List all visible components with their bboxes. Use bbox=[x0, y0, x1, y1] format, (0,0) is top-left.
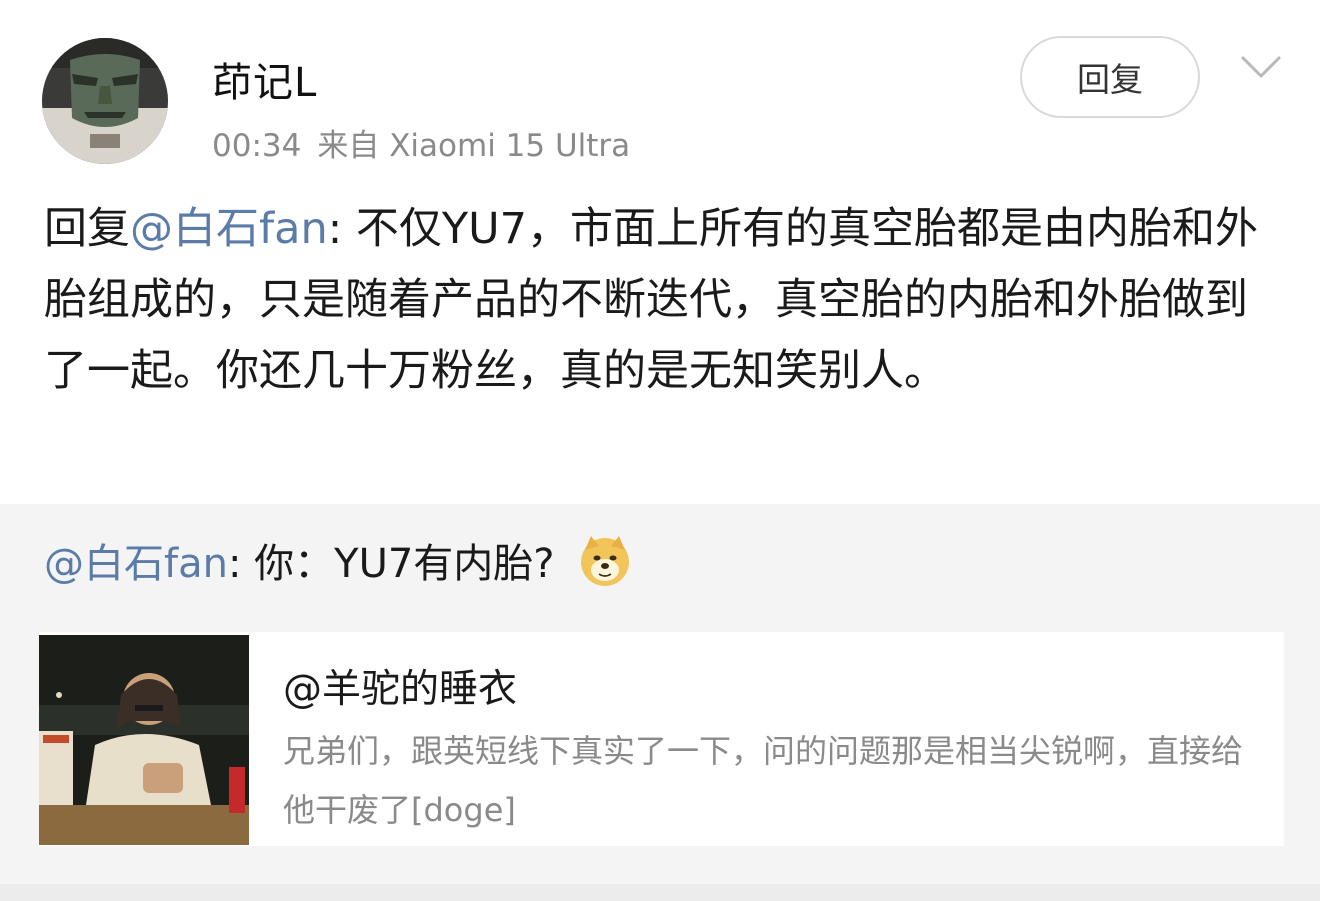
reply-prefix: 回复 bbox=[44, 204, 130, 254]
person-photo-image bbox=[39, 635, 249, 845]
comment-content: 回复@白石fan: 不仅YU7，市面上所有的真空胎都是由内胎和外胎组成的，只是随… bbox=[44, 194, 1280, 407]
reply-button[interactable]: 回复 bbox=[1020, 36, 1200, 118]
chevron-down-icon[interactable] bbox=[1240, 52, 1282, 82]
card-title[interactable]: @羊驼的睡衣 bbox=[283, 658, 517, 714]
username[interactable]: 茚记L bbox=[212, 50, 317, 108]
post-source: 来自 Xiaomi 15 Ultra bbox=[317, 128, 631, 164]
card-thumbnail bbox=[39, 635, 249, 845]
bronze-mask-avatar-image bbox=[42, 38, 168, 164]
card-description: 兄弟们，跟英短线下真实了一下，问的问题那是相当尖锐啊，直接给他干废了[doge] bbox=[283, 732, 1244, 829]
quoted-text-line: @白石fan: 你：YU7有内胎? bbox=[44, 536, 633, 594]
weibo-comment-page: 茚记L 00:34 来自 Xiaomi 15 Ultra 回复 回复@白石fan:… bbox=[0, 0, 1320, 901]
quoted-text: : 你：YU7有内胎? bbox=[227, 541, 555, 587]
avatar[interactable] bbox=[42, 38, 168, 164]
quoted-post[interactable]: @白石fan: 你：YU7有内胎? @羊驼的睡衣 兄弟们，跟英短线下真实了一下，… bbox=[0, 504, 1320, 884]
quoted-mention-link[interactable]: @白石fan bbox=[44, 541, 228, 587]
divider bbox=[0, 884, 1320, 901]
doge-icon bbox=[580, 536, 629, 586]
mention-link[interactable]: @白石fan bbox=[130, 204, 328, 254]
post-meta: 00:34 来自 Xiaomi 15 Ultra bbox=[212, 120, 630, 165]
post-time: 00:34 bbox=[212, 128, 302, 164]
linked-post-card[interactable]: @羊驼的睡衣 兄弟们，跟英短线下真实了一下，问的问题那是相当尖锐啊，直接给他干废… bbox=[39, 632, 1284, 846]
